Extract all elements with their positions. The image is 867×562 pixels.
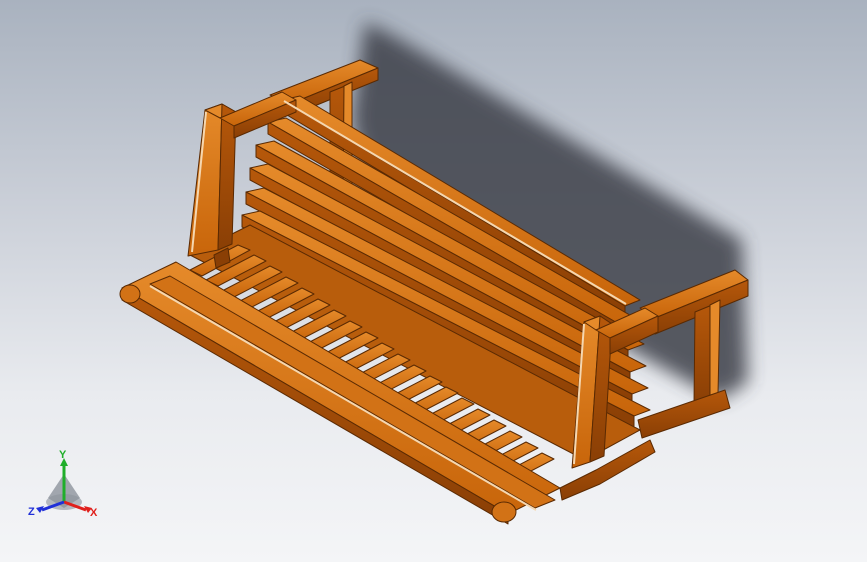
y-axis-label: Y (59, 449, 67, 461)
x-axis-label: X (90, 507, 98, 519)
graphics-viewport[interactable] (0, 0, 867, 562)
z-axis-label: Z (28, 506, 35, 518)
coordinate-triad[interactable]: Y X Z (24, 446, 108, 526)
